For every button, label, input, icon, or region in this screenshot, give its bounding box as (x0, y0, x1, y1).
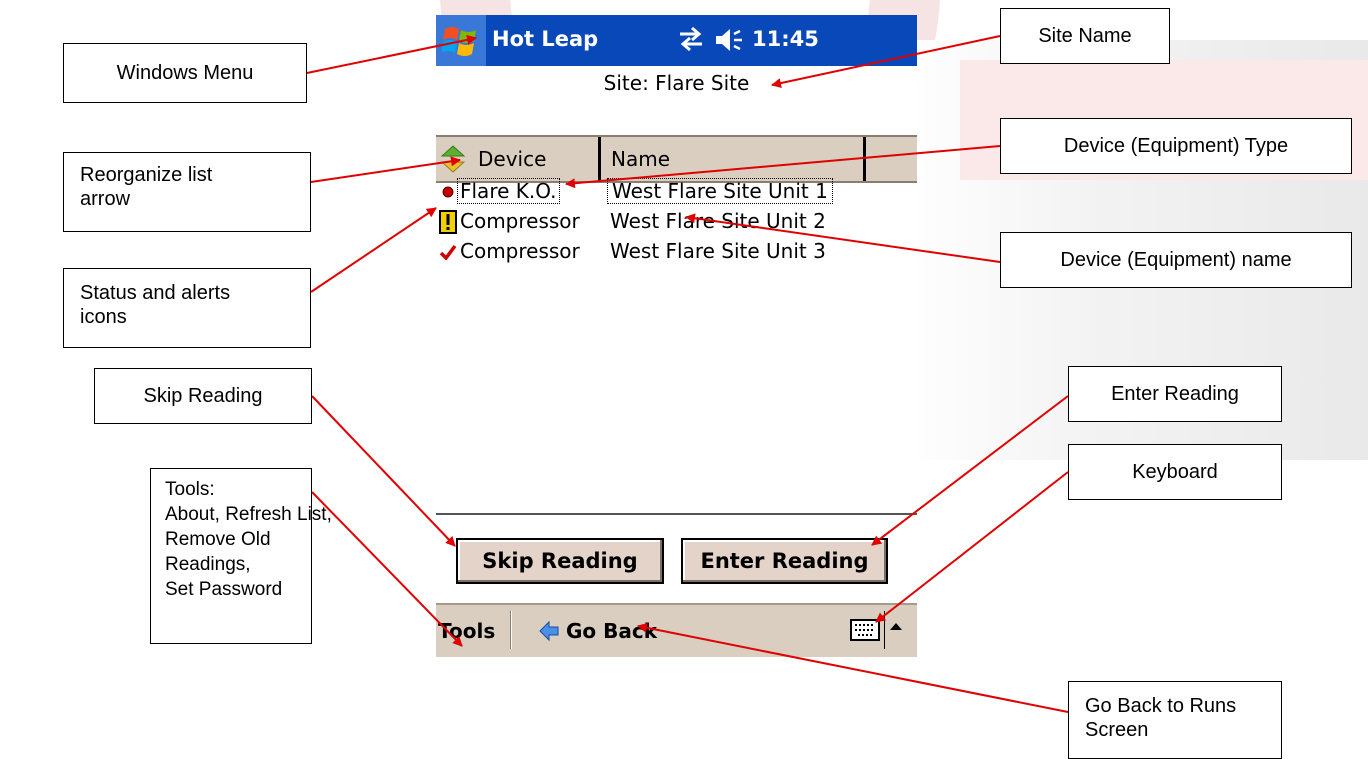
pda-screen: Hot Leap 11:45 Site: Flare Site Device N… (436, 15, 917, 657)
input-panel-arrow-icon[interactable] (890, 623, 902, 630)
callout-text: Tools: (165, 479, 215, 500)
device-name: West Flare Site Unit 1 (607, 178, 833, 204)
callout-text: Device (Equipment) name (1060, 249, 1292, 271)
menu-bar: Tools Go Back (436, 603, 917, 657)
callout-device-type: Device (Equipment) Type (1000, 118, 1352, 174)
clock[interactable]: 11:45 (752, 27, 819, 51)
callout-text: icons (80, 306, 127, 328)
go-back-button[interactable]: Go Back (538, 619, 657, 643)
back-arrow-icon (539, 620, 559, 642)
callout-text: Site Name (1038, 25, 1132, 47)
site-name-label: Site: Flare Site (603, 71, 750, 95)
callout-text: Enter Reading (1111, 383, 1239, 405)
callout-text: Set Password (165, 579, 283, 600)
callout-text: Device (Equipment) Type (1063, 135, 1289, 157)
device-type: Compressor (460, 239, 580, 263)
callout-text: Remove Old (165, 529, 271, 550)
callout-text: Keyboard (1132, 461, 1218, 483)
menu-separator (510, 611, 512, 649)
callout-reorganize-arrow: Reorganize list arrow (63, 152, 311, 232)
callout-text: Skip Reading (143, 385, 263, 407)
callout-windows-menu: Windows Menu (63, 43, 307, 103)
red-dot-icon (438, 181, 458, 203)
skip-reading-button[interactable]: Skip Reading (456, 538, 664, 584)
app-title: Hot Leap (492, 27, 599, 51)
callout-go-back: Go Back to Runs Screen (1068, 681, 1282, 759)
connectivity-icon[interactable] (676, 25, 706, 53)
callout-site-name: Site Name (1000, 8, 1170, 64)
speaker-icon[interactable] (714, 26, 748, 54)
menu-separator (884, 611, 885, 649)
go-back-label: Go Back (566, 619, 658, 643)
sort-arrows-icon[interactable] (440, 145, 466, 173)
title-bar: Hot Leap 11:45 (436, 15, 917, 66)
callout-text: Reorganize list (80, 164, 213, 186)
callout-text: About, Refresh List, (165, 504, 332, 525)
callout-status-alerts: Status and alerts icons (63, 268, 311, 348)
callout-text: Status and alerts (80, 282, 231, 304)
callout-text: Readings, (165, 554, 251, 575)
exclamation-alert-icon (438, 210, 458, 234)
callout-text: Screen (1085, 719, 1149, 741)
device-name: West Flare Site Unit 2 (610, 209, 826, 233)
callout-device-name: Device (Equipment) name (1000, 232, 1352, 288)
windows-start-button[interactable] (436, 15, 486, 66)
device-type: Compressor (460, 209, 580, 233)
arrow-status-alerts (310, 207, 437, 293)
keyboard-icon[interactable] (850, 617, 880, 643)
windows-flag-icon (442, 26, 476, 56)
list-item[interactable]: Compressor West Flare Site Unit 2 (436, 207, 917, 237)
column-header-device[interactable]: Device (436, 137, 601, 181)
list-item[interactable]: Flare K.O. West Flare Site Unit 1 (436, 177, 917, 207)
column-label-device: Device (478, 147, 547, 171)
red-check-icon (438, 241, 458, 263)
callout-enter-reading: Enter Reading (1068, 366, 1282, 422)
list-header: Device Name (436, 135, 917, 183)
callout-keyboard: Keyboard (1068, 444, 1282, 500)
callout-text: arrow (80, 188, 131, 210)
enter-reading-button[interactable]: Enter Reading (681, 538, 888, 584)
column-header-name[interactable]: Name (601, 137, 866, 181)
callout-skip-reading: Skip Reading (94, 368, 312, 424)
device-type: Flare K.O. (457, 178, 560, 204)
divider (436, 513, 917, 515)
callout-tools: Tools: About, Refresh List, Remove Old R… (150, 468, 332, 644)
callout-text: Windows Menu (116, 62, 254, 84)
device-name: West Flare Site Unit 3 (610, 239, 826, 263)
arrow-skip-reading (311, 395, 456, 547)
callout-text: Go Back to Runs (1085, 695, 1237, 717)
tools-menu[interactable]: Tools (438, 619, 495, 643)
list-item[interactable]: Compressor West Flare Site Unit 3 (436, 237, 917, 267)
column-label-name: Name (611, 147, 671, 171)
